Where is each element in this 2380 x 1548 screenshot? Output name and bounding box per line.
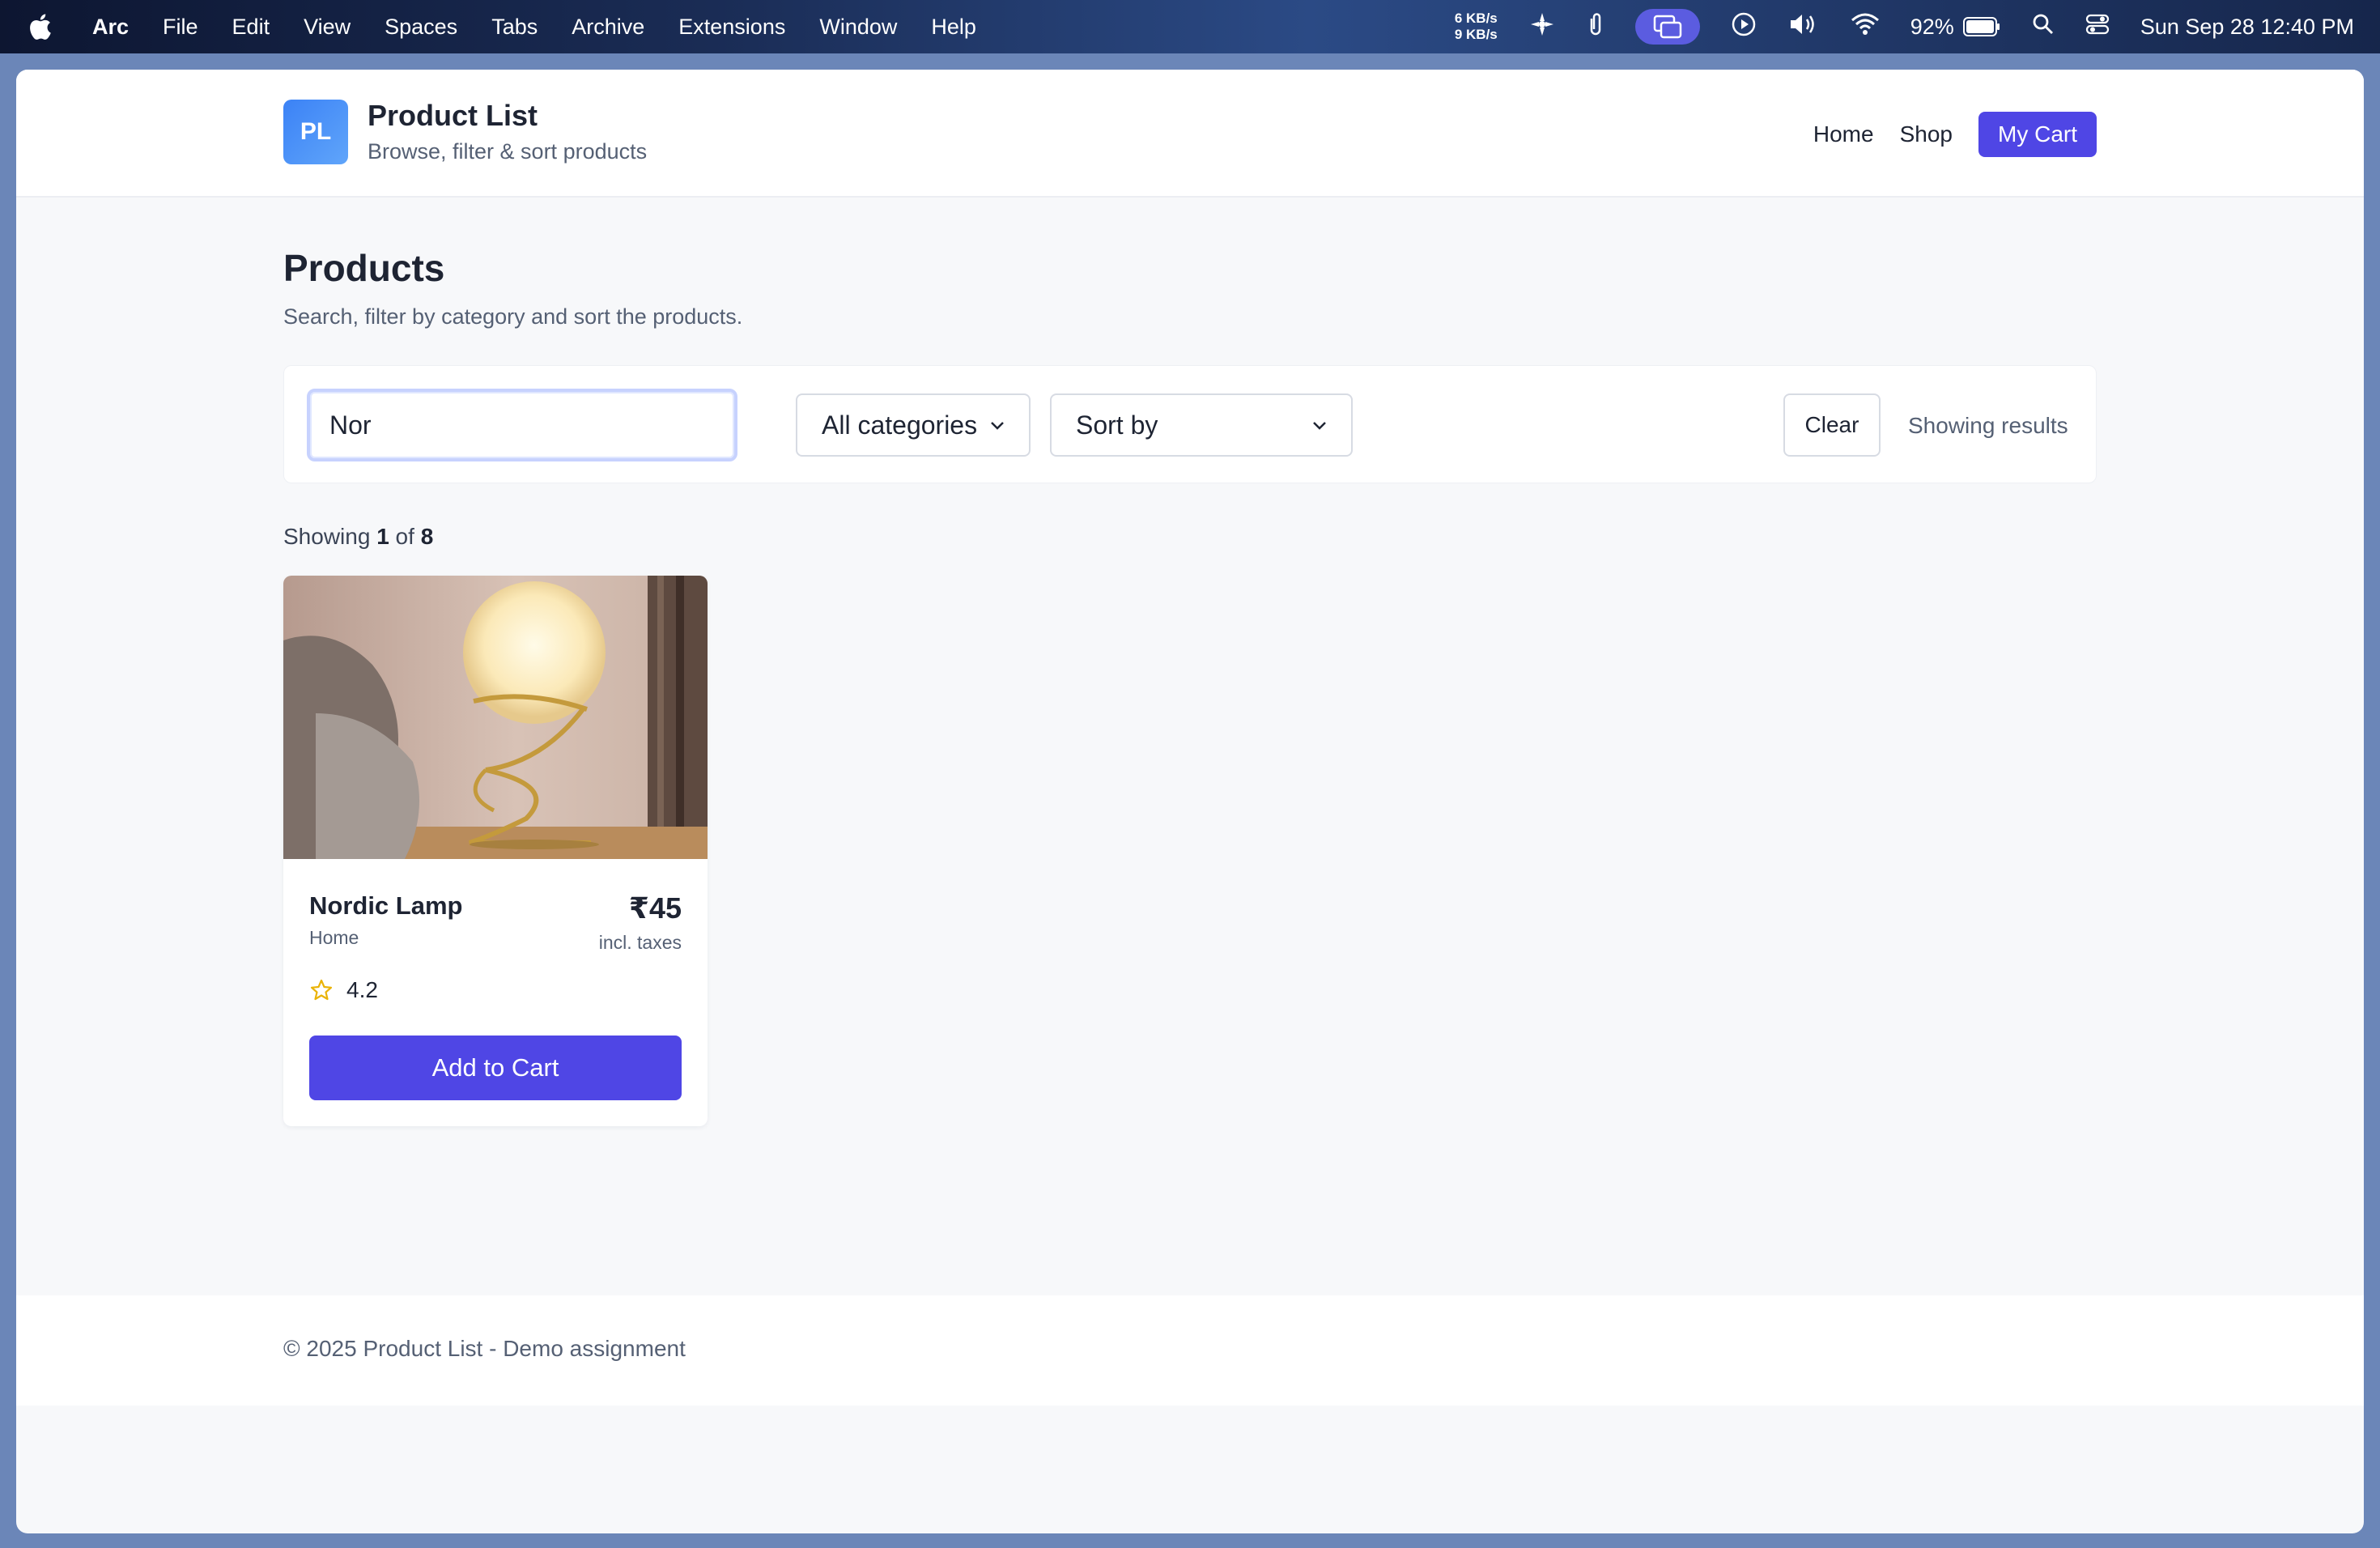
product-price: ₹45	[628, 891, 682, 925]
logo: PL	[283, 99, 348, 164]
menu-file[interactable]: File	[163, 15, 198, 40]
category-select-value: All categories	[822, 410, 978, 440]
menu-app-name[interactable]: Arc	[92, 15, 129, 40]
main-content: Products Search, filter by category and …	[283, 198, 2097, 1126]
product-name[interactable]: Nordic Lamp	[309, 891, 462, 921]
product-card[interactable]: Nordic Lamp Home ₹45 incl. taxes 4.2 Add…	[283, 576, 708, 1126]
menu-extensions[interactable]: Extensions	[678, 15, 785, 40]
fan-icon[interactable]	[1528, 11, 1556, 44]
my-cart-button[interactable]: My Cart	[1978, 112, 2097, 157]
battery-status[interactable]: 92%	[1910, 15, 2001, 40]
volume-icon[interactable]	[1787, 11, 1820, 43]
sort-select[interactable]: Sort by	[1050, 393, 1353, 457]
page-title: Products	[283, 247, 445, 289]
main-nav: Home Shop My Cart	[1787, 112, 2097, 157]
search-input[interactable]: Nor	[307, 389, 737, 461]
product-rating: 4.2	[309, 977, 378, 1003]
site-title: Product List	[368, 99, 538, 132]
network-speed[interactable]: 6 KB/s 9 KB/s	[1455, 11, 1498, 43]
count-total: 8	[420, 524, 434, 549]
battery-percent: 92%	[1910, 14, 1954, 39]
count-of: of	[395, 524, 414, 549]
menu-help[interactable]: Help	[931, 15, 976, 40]
menu-view[interactable]: View	[304, 15, 351, 40]
product-image[interactable]	[283, 576, 708, 859]
sort-select-value: Sort by	[1076, 410, 1158, 440]
net-up: 6 KB/s	[1454, 11, 1498, 26]
clock[interactable]: Sun Sep 28 12:40 PM	[2140, 15, 2354, 40]
clear-button[interactable]: Clear	[1783, 393, 1881, 457]
add-to-cart-button[interactable]: Add to Cart	[309, 1036, 682, 1100]
wifi-icon[interactable]	[1851, 12, 1880, 42]
menu-tabs[interactable]: Tabs	[491, 15, 538, 40]
nav-shop[interactable]: Shop	[1900, 121, 1953, 147]
search-icon[interactable]	[2032, 13, 2055, 41]
count-shown: 1	[376, 524, 389, 549]
filter-bar: Nor All categories Sort by Clear Showing…	[283, 365, 2097, 483]
nav-home[interactable]: Home	[1813, 121, 1874, 147]
paperclip-icon[interactable]	[1587, 11, 1604, 44]
site-header: PL Product List Browse, filter & sort pr…	[16, 70, 2364, 198]
results-count: Showing 1 of 8	[283, 524, 2097, 550]
category-select[interactable]: All categories	[796, 393, 1031, 457]
search-input-value: Nor	[329, 410, 372, 440]
star-icon	[310, 979, 333, 1001]
product-tax-note: incl. taxes	[598, 932, 682, 953]
battery-icon	[1962, 17, 2000, 36]
rating-value: 4.2	[346, 977, 378, 1002]
apple-icon[interactable]	[28, 13, 52, 40]
chevron-down-icon	[990, 415, 1005, 436]
count-prefix: Showing	[283, 524, 371, 549]
screen-mirroring-icon[interactable]	[1634, 9, 1700, 45]
product-category: Home	[309, 927, 359, 948]
results-status: Showing results	[1908, 413, 2068, 438]
menu-edit[interactable]: Edit	[232, 15, 270, 40]
menu-archive[interactable]: Archive	[572, 15, 644, 40]
browser-window: PL Product List Browse, filter & sort pr…	[0, 53, 2380, 1548]
web-page: PL Product List Browse, filter & sort pr…	[16, 70, 2364, 1533]
menu-bar: Arc File Edit View Spaces Tabs Archive E…	[0, 0, 2380, 53]
brand[interactable]: PL Product List Browse, filter & sort pr…	[283, 99, 647, 164]
menu-spaces[interactable]: Spaces	[385, 15, 457, 40]
menu-window[interactable]: Window	[819, 15, 897, 40]
net-down: 9 KB/s	[1454, 27, 1498, 42]
site-subtitle: Browse, filter & sort products	[368, 139, 648, 164]
play-icon[interactable]	[1731, 11, 1757, 43]
control-center-icon[interactable]	[2085, 12, 2110, 42]
page-subtitle: Search, filter by category and sort the …	[283, 304, 743, 329]
footer-text: © 2025 Product List - Demo assignment	[283, 1336, 686, 1361]
site-footer: © 2025 Product List - Demo assignment	[16, 1295, 2364, 1406]
chevron-down-icon	[1312, 415, 1327, 436]
